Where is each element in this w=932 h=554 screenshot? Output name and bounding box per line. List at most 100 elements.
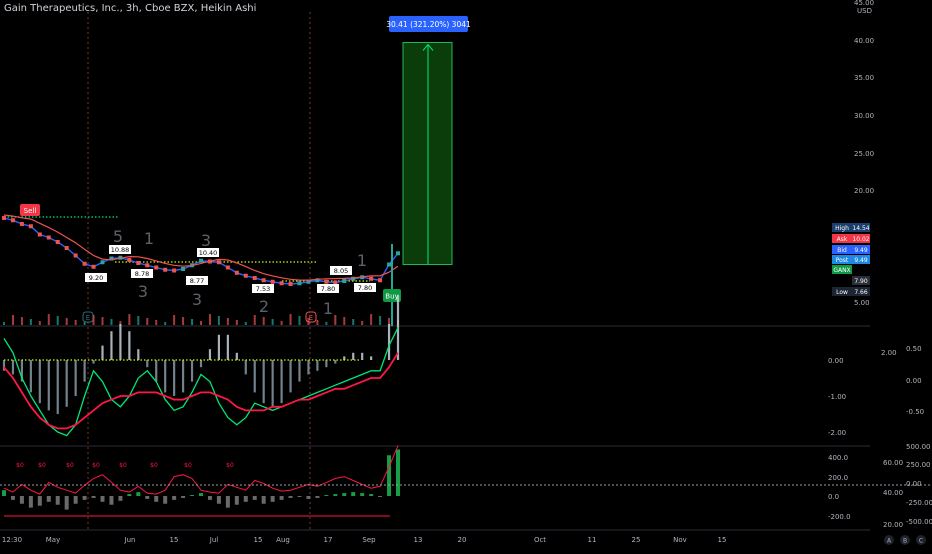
volume-bar — [65, 318, 68, 325]
volume-bar — [38, 321, 41, 325]
volume-bar — [74, 320, 77, 325]
price-candle — [342, 279, 347, 283]
flow-bar — [190, 495, 195, 496]
flow-bar — [109, 496, 114, 505]
time-tick: 13 — [414, 536, 423, 544]
flow-tick-outer: 250.00 — [906, 461, 931, 469]
price-candle — [288, 282, 293, 286]
flow-tick-outer: 0.00 — [906, 480, 922, 488]
flow-tick-mid: 40.00 — [883, 489, 903, 497]
price-label: 8.05 — [334, 267, 348, 275]
flow-bar — [279, 496, 284, 500]
volume-bar — [83, 322, 86, 325]
flow-tick: 400.0 — [828, 454, 848, 462]
volume-bar — [164, 322, 167, 325]
flow-bar — [2, 490, 6, 496]
price-label: 7.53 — [256, 285, 270, 293]
flow-bar — [216, 496, 221, 504]
price-label: 8.77 — [190, 277, 204, 285]
quote-key: High — [835, 225, 849, 232]
volume-bar — [137, 316, 140, 325]
chart-canvas[interactable]: 30.41 (321.20%) 3041 Sell Buy 10.88 9.20 8.78… — [0, 0, 932, 550]
price-tick: 45.00 — [854, 0, 874, 7]
osc-tick: -2.00 — [828, 429, 846, 437]
chart-root[interactable]: 30.41 (321.20%) 3041 Sell Buy 10.88 9.20 8.78… — [0, 0, 932, 550]
time-tick: Oct — [534, 536, 546, 544]
price-candle — [136, 261, 141, 265]
volume-bar — [101, 317, 104, 325]
flow-bar — [369, 494, 374, 496]
quote-row: Low 7.66 — [832, 287, 870, 296]
wave-label: 1 — [144, 229, 154, 248]
flow-bar — [324, 495, 329, 496]
price-candle — [19, 222, 24, 226]
wave-label: 3 — [192, 290, 202, 309]
price-label: 10.88 — [111, 246, 130, 254]
volume-bar — [280, 321, 283, 325]
quote-key: Low — [836, 289, 848, 296]
price-label: 9.20 — [89, 274, 103, 282]
flow-bar — [225, 496, 230, 508]
flow-bar — [172, 496, 177, 500]
time-tick: 25 — [632, 536, 641, 544]
price-candle — [324, 279, 329, 284]
flow-signal: $0 — [92, 462, 100, 469]
price-candle — [82, 261, 87, 266]
quote-row: 7.90 — [852, 276, 870, 285]
volume-bar — [29, 319, 32, 325]
flow-bar — [136, 492, 141, 496]
price-candle — [181, 267, 186, 271]
time-tick: Aug — [276, 536, 290, 544]
flow-bar — [252, 496, 257, 500]
volume-bar — [173, 315, 176, 325]
volume-bar — [244, 322, 247, 325]
price-candle — [127, 258, 132, 262]
price-candle — [252, 276, 257, 280]
flow-bar — [118, 496, 123, 501]
flow-tick-outer: -250.00 — [906, 499, 932, 507]
flow-tick: 200.0 — [828, 474, 848, 482]
target-label: 30.41 (321.20%) 3041 — [386, 20, 471, 29]
quote-value: 9.49 — [854, 257, 868, 264]
wave-label: 1 — [323, 299, 333, 318]
flow-tick: 0.0 — [828, 493, 839, 501]
quote-row: Ask 10.02 — [832, 234, 870, 243]
price-candle — [55, 240, 60, 244]
price-tick: 40.00 — [854, 37, 874, 45]
quote-key: Ask — [837, 236, 848, 243]
price-tick: 5.00 — [854, 299, 870, 307]
price-candle — [163, 267, 168, 272]
osc-tick-outer: 2.00 — [881, 349, 897, 357]
quote-value: 9.49 — [854, 247, 868, 254]
time-tick: 20 — [458, 536, 467, 544]
flow-bar — [91, 496, 96, 498]
price-candle — [387, 262, 392, 267]
flow-bar — [297, 496, 302, 497]
flow-tick-outer: -500.00 — [906, 518, 932, 526]
earnings-label: E — [86, 314, 90, 322]
volume-bar — [307, 318, 310, 325]
volume-bar — [262, 317, 265, 325]
volume-bar — [110, 319, 113, 325]
volume-bar — [343, 317, 346, 325]
volume-bar — [271, 319, 274, 325]
time-tick: Jun — [124, 536, 136, 544]
volume-bar — [361, 321, 364, 325]
flow-bar — [342, 493, 347, 496]
flow-bar — [243, 496, 248, 502]
osc-tick: -1.00 — [828, 393, 846, 401]
volume-bar — [47, 314, 50, 325]
volume-bar — [200, 321, 202, 325]
time-tick: 11 — [588, 536, 597, 544]
flow-signal: $0 — [66, 462, 74, 469]
flow-bar — [82, 496, 87, 500]
price-label: 7.80 — [358, 284, 372, 292]
flow-bar — [28, 496, 33, 508]
quote-row: Post 9.49 — [832, 255, 870, 264]
volume-bar — [20, 317, 23, 325]
time-tick: May — [46, 536, 60, 544]
chart-title: Gain Therapeutics, Inc., 3h, Cboe BZX, H… — [4, 3, 257, 14]
volume-bar — [191, 319, 194, 325]
flow-tick-mid: 60.00 — [883, 459, 903, 467]
quote-key: GANX — [833, 267, 850, 274]
